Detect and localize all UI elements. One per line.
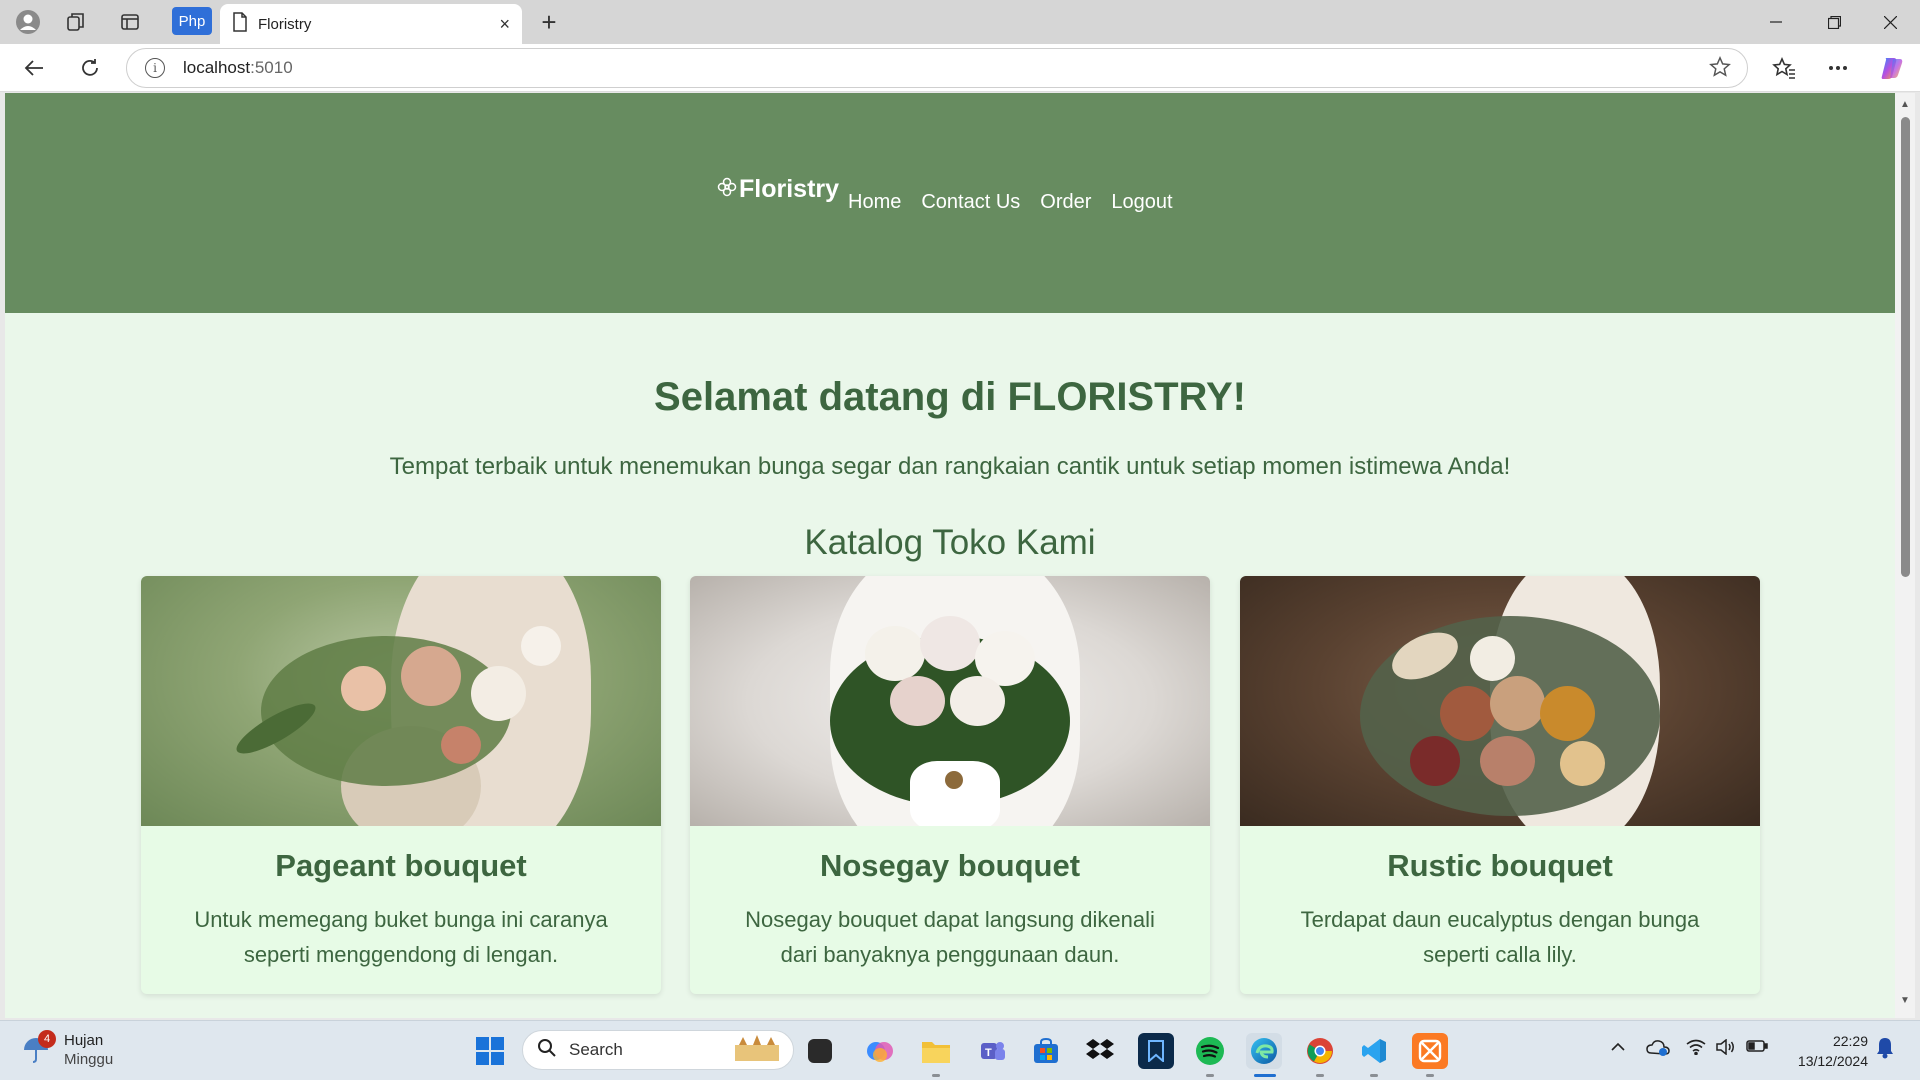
system-clock[interactable]: 22:29 13/12/2024	[1786, 1031, 1868, 1071]
spotify-icon[interactable]	[1192, 1033, 1228, 1069]
search-placeholder: Search	[569, 1040, 623, 1059]
workspaces-icon[interactable]	[58, 6, 94, 38]
restore-icon[interactable]	[1806, 0, 1862, 44]
scroll-down-icon[interactable]: ▼	[1900, 995, 1910, 1006]
hero-subtitle: Tempat terbaik untuk menemukan bunga seg…	[389, 453, 1511, 480]
flower-icon	[717, 177, 737, 203]
nav-contact-link[interactable]: Contact Us	[921, 191, 1020, 214]
weather-subtitle: Minggu	[64, 1051, 114, 1068]
card-description: Nosegay bouquet dapat langsung dikenali …	[745, 907, 1155, 967]
umbrella-icon: 4	[22, 1030, 56, 1064]
chevron-up-icon[interactable]	[1610, 1039, 1626, 1057]
tab-floristry[interactable]: Floristry ×	[220, 4, 522, 44]
weather-widget[interactable]: 4 Hujan Minggu	[22, 1030, 114, 1069]
bookmark-app-icon[interactable]	[1138, 1033, 1174, 1069]
site-info-icon[interactable]: i	[145, 58, 165, 78]
search-icon	[537, 1038, 557, 1063]
page-scrollbar[interactable]: ▲ ▼	[1895, 93, 1915, 1018]
catalog-title: Katalog Toko Kami	[804, 523, 1096, 562]
more-options-icon[interactable]	[1820, 52, 1856, 84]
search-highlight-icon	[729, 1033, 785, 1068]
url-text: localhost:5010	[183, 58, 293, 77]
copilot-icon[interactable]	[1874, 52, 1910, 84]
volume-icon[interactable]	[1716, 1038, 1736, 1060]
brand-name: Floristry	[739, 175, 840, 203]
card-title: Nosegay bouquet	[819, 848, 1081, 883]
wifi-icon[interactable]	[1686, 1039, 1706, 1060]
chrome-icon[interactable]	[1302, 1033, 1338, 1069]
hero-title: Selamat datang di FLORISTRY!	[654, 375, 1246, 419]
profile-icon[interactable]	[10, 6, 46, 38]
clock-date: 13/12/2024	[1797, 1053, 1868, 1069]
scroll-up-icon[interactable]: ▲	[1900, 99, 1910, 110]
page-icon	[232, 11, 248, 37]
svg-text:T: T	[985, 1047, 992, 1059]
catalog-card[interactable]: Nosegay bouquet Nosegay bouquet dapat la…	[690, 576, 1210, 994]
nav-logout-link[interactable]: Logout	[1111, 191, 1172, 214]
minimize-icon[interactable]	[1748, 0, 1804, 44]
favorites-icon[interactable]	[1766, 52, 1802, 84]
scroll-thumb[interactable]	[1901, 117, 1910, 577]
file-explorer-icon[interactable]	[918, 1033, 954, 1069]
onedrive-icon[interactable]	[1646, 1039, 1670, 1062]
tab-title: Floristry	[258, 15, 312, 33]
address-bar-row: i localhost:5010	[0, 44, 1920, 92]
tab-actions-icon[interactable]	[112, 6, 148, 38]
vscode-icon[interactable]	[1356, 1033, 1392, 1069]
microsoft-store-icon[interactable]	[1028, 1033, 1064, 1069]
catalog-card[interactable]: Pageant bouquet Untuk memegang buket bun…	[141, 576, 661, 994]
main-nav: Home Contact Us Order Logout	[848, 191, 1173, 214]
weather-title: Hujan	[64, 1032, 104, 1049]
new-tab-button[interactable]: +	[533, 6, 565, 38]
nosegay-bouquet-image	[690, 576, 1210, 826]
catalog-card[interactable]: Rustic bouquet Terdapat daun eucalyptus …	[1240, 576, 1760, 994]
card-title: Pageant bouquet	[275, 848, 527, 883]
nav-home-link[interactable]: Home	[848, 191, 901, 214]
php-tab-group[interactable]: Php	[172, 7, 212, 35]
rustic-bouquet-image	[1240, 576, 1760, 826]
card-title: Rustic bouquet	[1387, 848, 1613, 883]
card-description: Untuk memegang buket bunga ini caranya s…	[194, 907, 608, 967]
favorite-star-icon[interactable]	[1709, 56, 1731, 84]
weather-badge: 4	[38, 1030, 56, 1048]
reload-icon[interactable]	[72, 52, 108, 84]
dropbox-icon[interactable]	[1082, 1033, 1118, 1069]
url-bar[interactable]: i localhost:5010	[126, 48, 1748, 88]
taskbar-search[interactable]: Search	[522, 1030, 794, 1070]
brand-logo[interactable]: Floristry	[717, 175, 839, 204]
nav-order-link[interactable]: Order	[1040, 191, 1091, 214]
close-window-icon[interactable]	[1862, 0, 1918, 44]
xampp-icon[interactable]	[1412, 1033, 1448, 1069]
copilot-taskbar-icon[interactable]	[862, 1033, 898, 1069]
start-icon[interactable]	[472, 1033, 508, 1069]
teams-icon[interactable]: T	[974, 1033, 1010, 1069]
close-tab-icon[interactable]: ×	[499, 14, 510, 35]
battery-icon[interactable]	[1746, 1039, 1768, 1058]
clock-time: 22:29	[1832, 1033, 1868, 1049]
pageant-bouquet-image	[141, 576, 661, 826]
page-viewport: Floristry Home Contact Us Order Logout S…	[5, 93, 1895, 1018]
browser-tab-bar: Php Floristry × +	[0, 0, 1920, 44]
card-description: Terdapat daun eucalyptus dengan bunga se…	[1300, 907, 1700, 967]
taskbar: 4 Hujan Minggu Search T 22:29 13/12/2024	[0, 1020, 1920, 1080]
notification-bell-icon[interactable]	[1876, 1037, 1894, 1064]
back-icon[interactable]	[16, 52, 52, 84]
task-view-icon[interactable]	[808, 1039, 832, 1063]
site-header: Floristry Home Contact Us Order Logout	[5, 93, 1895, 313]
edge-icon[interactable]	[1246, 1033, 1282, 1069]
